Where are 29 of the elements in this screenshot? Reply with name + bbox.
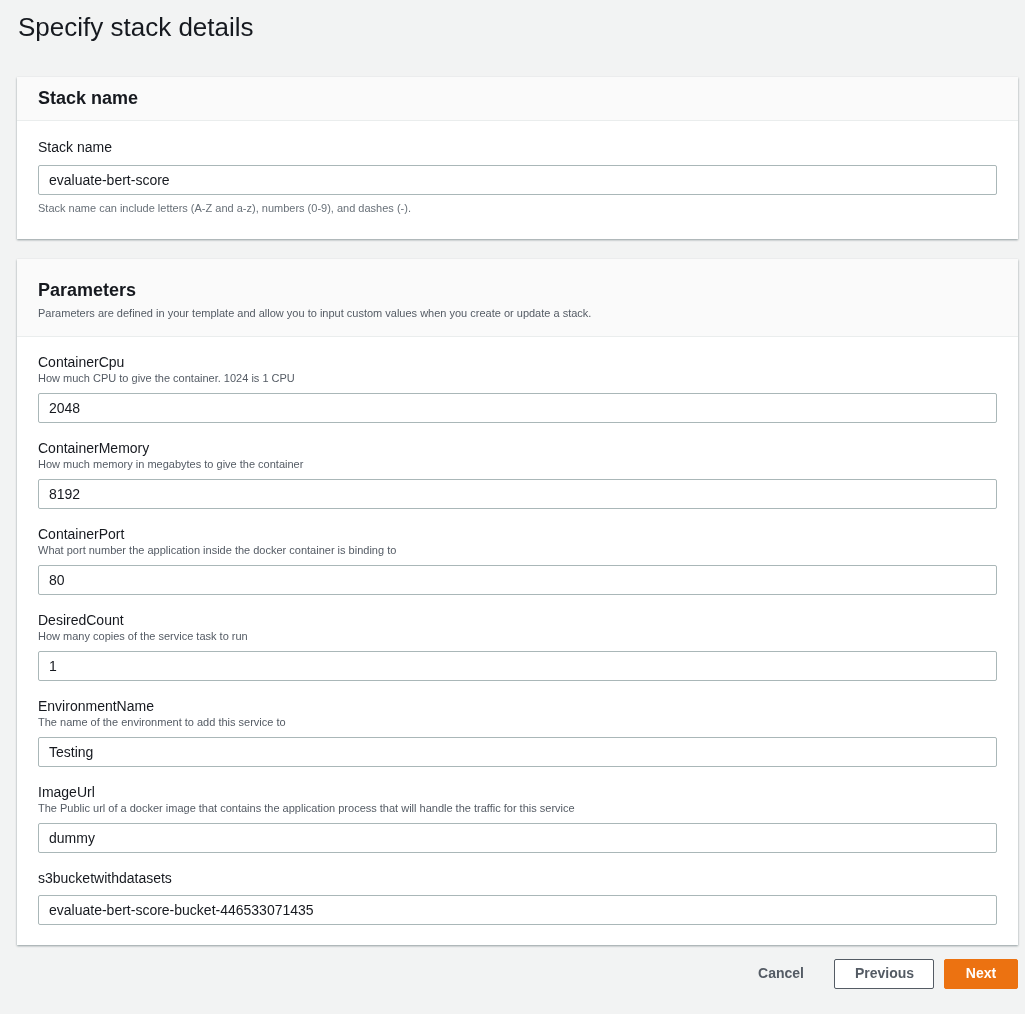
- field-description: The name of the environment to add this service to: [38, 714, 287, 729]
- field-label: DesiredCount: [38, 610, 125, 629]
- field-label: EnvironmentName: [38, 696, 155, 715]
- cancel-link[interactable]: Cancel: [738, 958, 824, 989]
- text-field[interactable]: 8192: [38, 478, 997, 509]
- section-description: Parameters are defined in your template and allow you to input custom values when you create or update a stack.: [38, 305, 593, 321]
- text-field[interactable]: evaluate-bert-score-bucket-446533071435: [38, 894, 997, 925]
- previous-button[interactable]: Previous: [834, 958, 934, 989]
- text-field[interactable]: evaluate-bert-score: [38, 165, 997, 195]
- field-label: ImageUrl: [38, 782, 96, 801]
- field-label: s3bucketwithdatasets: [38, 868, 173, 887]
- text-field[interactable]: 80: [38, 564, 997, 595]
- field-description: What port number the application inside the docker container is binding to: [38, 542, 398, 557]
- field-label: ContainerMemory: [38, 438, 151, 457]
- text-field[interactable]: dummy: [38, 822, 997, 853]
- field-label: ContainerCpu: [38, 352, 126, 371]
- field-description: The Public url of a docker image that contains the application process that will handle the traffic for this service: [38, 800, 576, 815]
- text-field[interactable]: 1: [38, 650, 997, 681]
- field-description: How many copies of the service task to run: [38, 628, 249, 643]
- section-heading: Stack name: [38, 87, 139, 110]
- field-description: How much CPU to give the container. 1024 is 1 CPU: [38, 370, 296, 385]
- field-label: Stack name: [38, 138, 113, 157]
- field-label: ContainerPort: [38, 524, 126, 543]
- text-field[interactable]: Testing: [38, 736, 997, 767]
- field-hint: Stack name can include letters (A-Z and a-z), numbers (0-9), and dashes (-).: [38, 201, 412, 216]
- text-field[interactable]: 2048: [38, 392, 997, 423]
- field-description: How much memory in megabytes to give the container: [38, 456, 305, 471]
- section-heading: Parameters: [38, 278, 138, 301]
- page-title: Specify stack details: [17, 11, 255, 44]
